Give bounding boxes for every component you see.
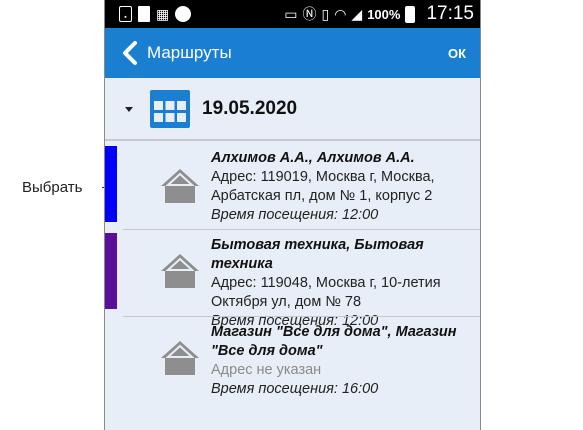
selection-stripe [105, 146, 117, 222]
divider [123, 229, 480, 230]
route-item-title: Бытовая техника, Бытовая техника [211, 237, 424, 272]
house-icon [161, 341, 199, 375]
battery-percent: 100% [367, 6, 401, 22]
route-item-address-line: Арбатская пл, дом № 1, корпус 2 [211, 188, 433, 204]
route-item-address-line: Адрес: 119048, Москва г, 10-летия [211, 275, 441, 291]
nfc-icon: Ⓝ [302, 6, 317, 22]
phone-screen: ▪ ▦ ▭ Ⓝ ▯ ◠ ◢ 100% 17:15 Маршруты ОК 19.… [104, 0, 481, 430]
battery-saver-icon: ▪ [119, 6, 132, 22]
app-bar: Маршруты ОК [105, 28, 480, 78]
route-item-visit-time: Время посещения: 12:00 [211, 207, 379, 223]
collapse-caret-icon[interactable] [125, 106, 133, 112]
chevron-left-icon [123, 41, 137, 65]
vibrate-icon: ▯ [321, 6, 330, 22]
phone-icon [138, 6, 150, 22]
back-button[interactable]: Маршруты [121, 40, 232, 66]
route-item[interactable]: Магазин "Все для дома", Магазин "Все для… [105, 320, 480, 402]
sync-icon [175, 6, 192, 22]
route-item-title: Алхимов А.А., Алхимов А.А. [211, 150, 415, 166]
divider [105, 139, 480, 141]
route-item[interactable]: Алхимов А.А., Алхимов А.А. Адрес: 119019… [105, 146, 480, 228]
excel-icon: ▦ [156, 6, 170, 22]
house-icon [161, 169, 199, 203]
wifi-icon: ◠ [334, 6, 347, 22]
status-stripe [105, 233, 117, 309]
divider [123, 316, 480, 317]
route-item-address-missing: Адрес не указан [211, 362, 322, 378]
ok-button[interactable]: ОК [448, 46, 466, 61]
status-bar: ▪ ▦ ▭ Ⓝ ▯ ◠ ◢ 100% 17:15 [105, 0, 480, 28]
route-item-visit-time: Время посещения: 16:00 [211, 381, 379, 397]
page: Выбрать ▪ ▦ ▭ Ⓝ ▯ ◠ ◢ 100% 17:15 Маршрут… [0, 0, 583, 430]
signal-icon: ◢ [351, 6, 363, 22]
group-date: 19.05.2020 [202, 98, 298, 119]
route-item-title: Магазин "Все для дома", Магазин [211, 324, 457, 340]
route-item-text: Магазин "Все для дома", Магазин "Все для… [211, 323, 480, 399]
date-group-header[interactable]: 19.05.2020 [105, 88, 480, 130]
status-right-icons: ▭ Ⓝ ▯ ◠ ◢ 100% 17:15 [284, 3, 474, 25]
route-item-address-line: Адрес: 119019, Москва г, Москва, [211, 169, 435, 185]
calendar-icon [150, 90, 190, 128]
app-title: Маршруты [147, 43, 232, 62]
select-callout-label: Выбрать [22, 179, 83, 196]
house-icon [161, 254, 199, 288]
route-item[interactable]: Бытовая техника, Бытовая техника Адрес: … [105, 233, 480, 329]
clock: 17:15 [426, 3, 474, 24]
route-item-address-line: Октября ул, дом № 78 [211, 294, 362, 310]
route-item-text: Алхимов А.А., Алхимов А.А. Адрес: 119019… [211, 149, 480, 225]
route-item-title: "Все для дома" [211, 343, 323, 359]
status-left-icons: ▪ ▦ [119, 6, 192, 22]
cast-icon: ▭ [284, 6, 298, 22]
battery-icon [405, 5, 416, 23]
